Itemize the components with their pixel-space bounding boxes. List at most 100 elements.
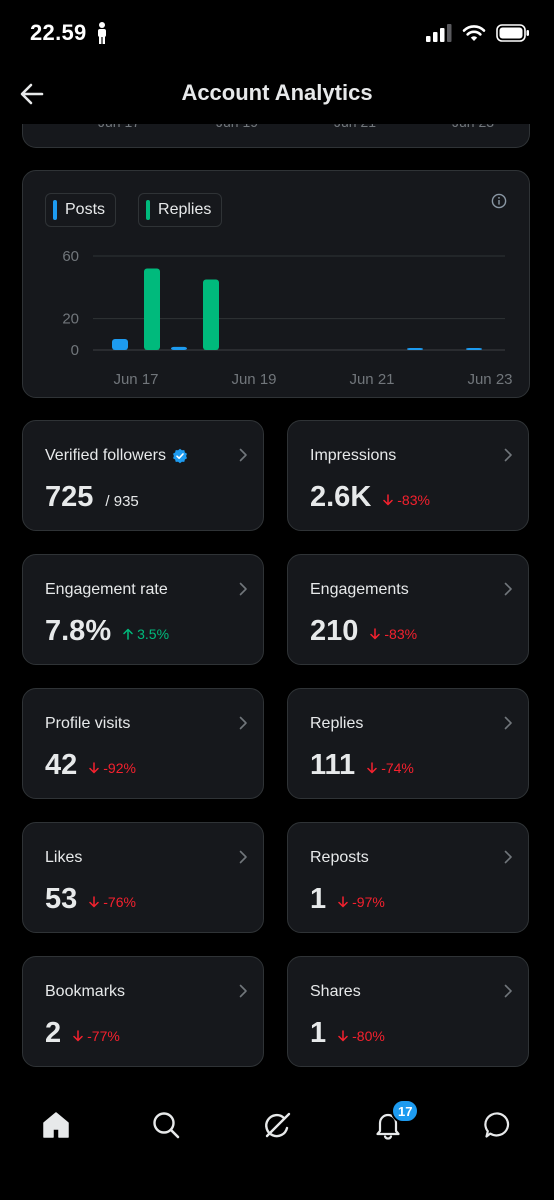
stat-label-text: Verified followers xyxy=(45,447,166,464)
stat-value: 53 xyxy=(45,883,78,915)
chevron-right-icon xyxy=(502,984,514,1003)
activity-chart-card: 0 20 60 Jun 17 Jun 19 Jun 21 Jun 23 Posts Repl… xyxy=(22,170,530,398)
stat-label: Shares xyxy=(310,983,361,1001)
stat-label: Profile visits xyxy=(45,715,130,733)
y-tick-label: 20 xyxy=(62,311,79,328)
stat-card-engagements[interactable]: Engagements 210 -83% xyxy=(287,554,529,665)
stat-delta: -83% xyxy=(383,492,430,508)
stat-card-replies[interactable]: Replies 111 -74% xyxy=(287,688,529,799)
stat-value: 2.6K xyxy=(310,481,372,513)
stat-card-engagement-rate[interactable]: Engagement rate 7.8% 3.5% xyxy=(22,554,264,665)
stat-label: Replies xyxy=(310,715,363,733)
legend-swatch-posts xyxy=(53,200,57,220)
stat-value: 1 xyxy=(310,1017,327,1049)
grok-icon xyxy=(265,1112,291,1138)
legend-item-posts[interactable]: Posts xyxy=(45,193,117,227)
arrow-up-icon xyxy=(123,628,133,640)
chevron-right-icon xyxy=(502,716,514,735)
stat-delta: -83% xyxy=(370,626,417,642)
stat-delta-value: -76% xyxy=(103,894,136,910)
stat-delta: -92% xyxy=(89,760,136,776)
stat-card-bookmarks[interactable]: Bookmarks 2 -77% xyxy=(22,956,264,1067)
bar-posts xyxy=(171,346,187,350)
stat-total: / 935 xyxy=(105,493,139,510)
stat-label: Engagements xyxy=(310,581,409,599)
stat-delta: -77% xyxy=(73,1028,120,1044)
bar-posts xyxy=(407,348,423,350)
chevron-right-icon xyxy=(237,582,249,601)
stat-value: 42 xyxy=(45,749,78,781)
stat-label-text: Reposts xyxy=(310,849,369,866)
stat-label: Reposts xyxy=(310,849,369,867)
stat-value-row: 210 -83% xyxy=(310,615,417,648)
x-tick-label: Jun 21 xyxy=(349,371,394,388)
stat-card-verified-followers[interactable]: Verified followers 725 / 935 xyxy=(22,420,264,531)
stat-card-likes[interactable]: Likes 53 -76% xyxy=(22,822,264,933)
stat-card-shares[interactable]: Shares 1 -80% xyxy=(287,956,529,1067)
arrow-down-icon xyxy=(338,896,348,908)
stat-label: Verified followers xyxy=(45,447,188,465)
y-tick-label: 60 xyxy=(62,248,79,265)
chevron-right-icon xyxy=(237,716,249,735)
arrow-down-icon xyxy=(367,762,377,774)
stat-value-row: 1 -97% xyxy=(310,883,385,916)
stat-label-text: Shares xyxy=(310,983,361,1000)
x-tick-label: Jun 17 xyxy=(113,371,158,388)
stat-label: Bookmarks xyxy=(45,983,125,1001)
notification-count-badge: 17 xyxy=(391,1099,420,1123)
chevron-right-icon xyxy=(502,850,514,869)
legend-swatch-replies xyxy=(146,200,151,220)
x-tick-label: Jun 19 xyxy=(231,371,276,388)
arrow-down-icon xyxy=(89,896,100,908)
bar-replies xyxy=(144,268,160,350)
chevron-right-icon xyxy=(502,582,514,601)
stat-value-row: 42 -92% xyxy=(45,749,136,782)
chevron-right-icon xyxy=(237,448,249,467)
page-title: Account Analytics xyxy=(181,80,373,105)
home-icon xyxy=(43,1112,69,1138)
chevron-right-icon xyxy=(502,448,514,467)
arrow-down-icon xyxy=(370,628,381,640)
stat-label-text: Impressions xyxy=(310,447,397,464)
stat-card-reposts[interactable]: Reposts 1 -97% xyxy=(287,822,529,933)
stat-delta: -74% xyxy=(367,760,414,776)
stat-delta-value: -83% xyxy=(384,626,418,642)
legend-item-replies[interactable]: Replies xyxy=(138,193,223,227)
stat-value: 1 xyxy=(310,883,327,915)
header: Account Analytics xyxy=(0,66,554,124)
stat-delta-value: -80% xyxy=(352,1028,385,1044)
stat-label-text: Profile visits xyxy=(45,715,131,732)
stat-value-row: 2 -77% xyxy=(45,1017,120,1050)
cellular-signal-icon xyxy=(426,24,452,47)
stat-delta-value: -77% xyxy=(87,1028,120,1044)
stat-value-row: 2.6K -83% xyxy=(310,481,430,514)
stat-value-row: 1 -80% xyxy=(310,1017,385,1050)
x-tick-label: Jun 23 xyxy=(467,371,512,388)
tab-grok[interactable] xyxy=(257,1105,297,1145)
stat-value: 725 xyxy=(45,481,94,513)
tab-home[interactable] xyxy=(36,1105,76,1145)
status-bar: 22.59 xyxy=(0,0,554,66)
tab-messages[interactable] xyxy=(478,1105,518,1145)
stat-label-text: Replies xyxy=(310,715,364,732)
status-time: 22.59 xyxy=(30,20,87,45)
stat-card-profile-visits[interactable]: Profile visits 42 -92% xyxy=(22,688,264,799)
stat-delta: -76% xyxy=(89,894,136,910)
legend-label-posts: Posts xyxy=(65,201,106,218)
stat-value-row: 53 -76% xyxy=(45,883,136,916)
stat-delta-value: -74% xyxy=(381,760,414,776)
stat-label-text: Likes xyxy=(45,849,83,866)
bottom-tab-bar: 17 xyxy=(0,1085,554,1200)
stat-delta: -97% xyxy=(338,894,385,910)
tab-search[interactable] xyxy=(146,1105,186,1145)
stat-delta-value: 3.5% xyxy=(137,626,170,642)
person-icon xyxy=(96,22,108,49)
stat-delta: -80% xyxy=(338,1028,385,1044)
info-icon[interactable] xyxy=(491,193,507,214)
wifi-icon xyxy=(462,24,486,47)
arrow-down-icon xyxy=(383,494,394,506)
verified-badge-icon xyxy=(172,448,188,464)
stat-value: 111 xyxy=(310,749,356,781)
battery-icon xyxy=(496,24,530,47)
stat-card-impressions[interactable]: Impressions 2.6K -83% xyxy=(287,420,529,531)
